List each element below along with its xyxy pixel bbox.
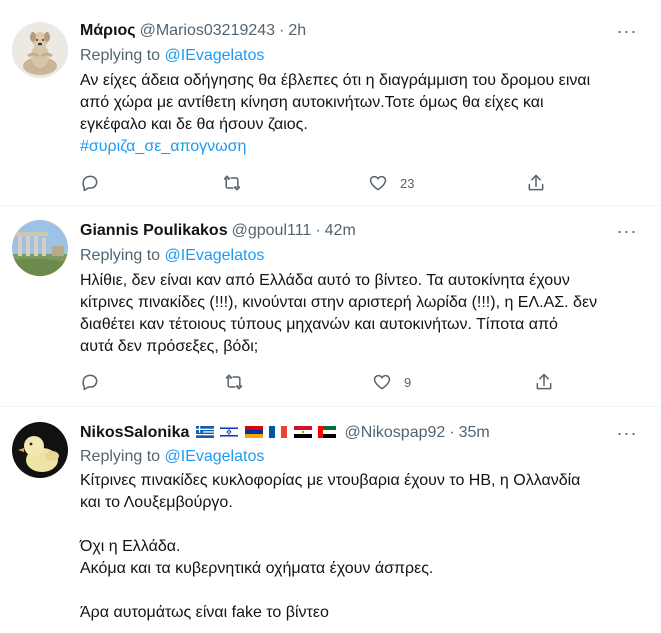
israel-flag — [220, 426, 239, 438]
tweet-text: Ηλίθιε, δεν είναι καν από Ελλάδα αυτό το… — [80, 270, 640, 358]
tweet[interactable]: Μάριος @Marios03219243 · 2h ··· Replying to… — [0, 20, 661, 200]
display-name[interactable]: Μάριος — [80, 22, 136, 39]
tweet-divider — [0, 406, 661, 407]
tweet-text-line — [80, 580, 640, 602]
tweet-text-line: Ακόμα και τα κυβερνητικά οχήματα έχουν ά… — [80, 560, 434, 577]
reply-feed: Μάριος @Marios03219243 · 2h ··· Replying to… — [0, 0, 661, 633]
share-icon — [536, 373, 552, 390]
reply-icon — [82, 175, 98, 192]
more-options-icon[interactable]: ··· — [615, 422, 639, 444]
tweet-text-line: και το Λουξεμβούργο. — [80, 494, 233, 511]
egypt-flag — [293, 426, 312, 438]
retweet-button[interactable] — [222, 172, 242, 194]
mention-link[interactable]: @IEvagelatos — [165, 247, 265, 264]
greece-flag — [195, 426, 214, 438]
tweet-divider — [0, 205, 661, 206]
retweet-icon — [223, 175, 241, 191]
armenia-flag — [244, 426, 263, 438]
tweet-text-line: Άρα αυτομάτως είναι fake το βίντεο — [80, 604, 329, 621]
reply-icon — [82, 374, 98, 391]
tweet-text-line: Όχι η Ελλάδα. — [80, 538, 181, 555]
tweet-actions: 23 — [80, 172, 550, 194]
tweet-header: Giannis Poulikakos @gpoul111 · 42m — [80, 220, 356, 242]
tweet-text: Κίτρινες πινακίδες κυκλοφορίας με ντουβα… — [80, 470, 640, 624]
uae-flag — [318, 426, 337, 438]
separator-dot: · — [449, 424, 455, 441]
avatar[interactable] — [12, 422, 68, 478]
heart-icon — [369, 175, 387, 191]
user-handle[interactable]: @Marios03219243 — [140, 22, 275, 39]
like-count: 23 — [400, 175, 415, 191]
mention-link[interactable]: @IEvagelatos — [165, 47, 265, 64]
tweet-text-line — [80, 514, 640, 536]
replying-to-label: Replying to — [80, 247, 161, 264]
tweet-text: Αν είχες άδεια οδήγησης θα έβλεπες ότι η… — [80, 70, 640, 158]
replying-to-line: Replying to @IEvagelatos — [80, 446, 264, 468]
mention-link[interactable]: @IEvagelatos — [165, 448, 265, 465]
flag-emojis — [189, 424, 340, 441]
like-button[interactable]: 9 — [372, 371, 411, 393]
tweet-actions: 9 — [80, 371, 552, 393]
more-options-icon[interactable]: ··· — [615, 220, 639, 242]
france-flag — [269, 426, 288, 438]
meditating-dog-avatar — [12, 22, 68, 78]
more-options-icon[interactable]: ··· — [615, 20, 639, 42]
heart-icon — [373, 374, 391, 390]
tweet-text-line: διαθέτει καν τέτοιους τύπους μηχανών και… — [80, 316, 558, 333]
tweet[interactable]: Giannis Poulikakos @gpoul111 · 42m ··· Repl… — [0, 220, 661, 400]
retweet-button[interactable] — [224, 371, 244, 393]
replying-to-line: Replying to @IEvagelatos — [80, 45, 264, 67]
user-handle[interactable]: @Nikospap92 — [345, 424, 446, 441]
tweet-text-line: Αν είχες άδεια οδήγησης θα έβλεπες ότι η… — [80, 72, 591, 89]
share-button[interactable] — [534, 371, 554, 393]
share-button[interactable] — [526, 172, 546, 194]
timestamp[interactable]: 35m — [459, 424, 490, 441]
tweet-text-line: αυτά δεν πρόσεξες, βόδι; — [80, 338, 259, 355]
tweet-text-line: Κίτρινες πινακίδες κυκλοφορίας με ντουβα… — [80, 472, 581, 489]
replying-to-line: Replying to @IEvagelatos — [80, 245, 264, 267]
replying-to-label: Replying to — [80, 448, 161, 465]
display-name[interactable]: Giannis Poulikakos — [80, 222, 228, 239]
replying-to-label: Replying to — [80, 47, 161, 64]
timestamp[interactable]: 2h — [288, 22, 306, 39]
separator-dot: · — [315, 222, 321, 239]
avatar[interactable] — [12, 220, 68, 276]
like-count: 9 — [404, 374, 412, 390]
tweet-text-line: κίτρινες πινακίδες (!!!), κινούνται στην… — [80, 294, 598, 311]
hashtag-link[interactable]: #συριζα_σε_απογνωση — [80, 136, 640, 158]
tweet[interactable]: NikosSalonika @Nikospap92 · 35m ··· Replyi… — [0, 422, 661, 633]
share-icon — [528, 174, 544, 191]
retweet-icon — [225, 374, 243, 390]
like-button[interactable]: 23 — [368, 172, 414, 194]
duckling-avatar — [12, 422, 68, 478]
tweet-header: NikosSalonika @Nikospap92 · 35m — [80, 422, 490, 444]
tweet-text-line: από χώρα με αντίθετη κίνηση αυτοκινήτων.… — [80, 94, 544, 111]
reply-button[interactable] — [80, 371, 100, 393]
ruins-landscape-avatar — [12, 220, 68, 276]
display-name[interactable]: NikosSalonika — [80, 424, 189, 441]
timestamp[interactable]: 42m — [325, 222, 356, 239]
user-handle[interactable]: @gpoul111 — [232, 222, 312, 239]
tweet-text-line: εγκέφαλο και δε θα ήσουν ζαιος. — [80, 116, 308, 133]
reply-button[interactable] — [80, 172, 100, 194]
tweet-header: Μάριος @Marios03219243 · 2h — [80, 20, 306, 42]
separator-dot: · — [279, 22, 285, 39]
tweet-text-line: Ηλίθιε, δεν είναι καν από Ελλάδα αυτό το… — [80, 272, 570, 289]
avatar[interactable] — [12, 22, 68, 78]
